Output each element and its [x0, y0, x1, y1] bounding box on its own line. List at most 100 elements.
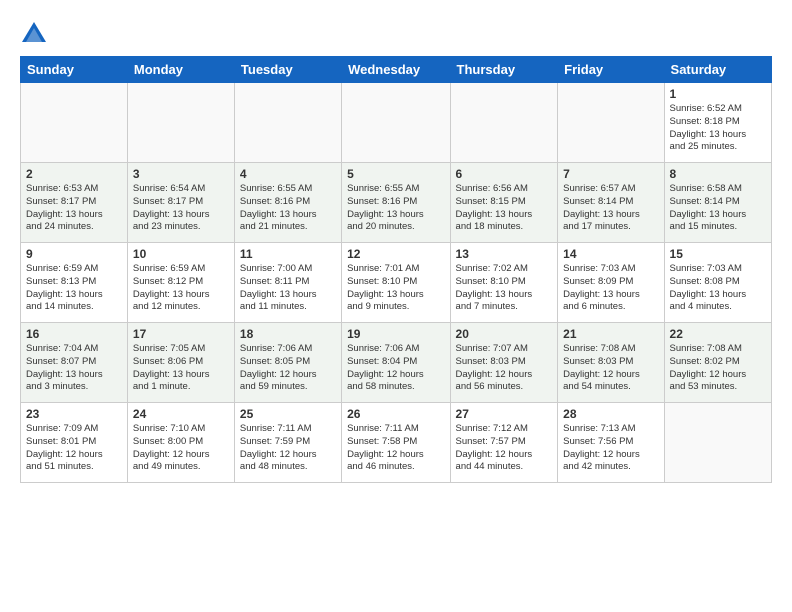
day-number: 15: [670, 247, 766, 261]
day-info: Sunrise: 6:58 AM Sunset: 8:14 PM Dayligh…: [670, 183, 766, 234]
week-row-4: 16 Sunrise: 7:04 AM Sunset: 8:07 PM Dayli…: [21, 323, 772, 403]
day-number: 16: [26, 327, 122, 341]
weekday-header-thursday: Thursday: [450, 57, 558, 83]
weekday-header-friday: Friday: [558, 57, 664, 83]
day-info: Sunrise: 7:05 AM Sunset: 8:06 PM Dayligh…: [133, 343, 229, 394]
week-row-1: 1Sunrise: 6:52 AM Sunset: 8:18 PM Daylig…: [21, 83, 772, 163]
calendar-cell: 24 Sunrise: 7:10 AM Sunset: 8:00 PM Dayli…: [127, 403, 234, 483]
calendar-cell: 9 Sunrise: 6:59 AM Sunset: 8:13 PM Daylig…: [21, 243, 128, 323]
calendar-cell: 8Sunrise: 6:58 AM Sunset: 8:14 PM Daylig…: [664, 163, 771, 243]
day-number: 25: [240, 407, 336, 421]
calendar-cell: 23 Sunrise: 7:09 AM Sunset: 8:01 PM Dayli…: [21, 403, 128, 483]
weekday-header-row: SundayMondayTuesdayWednesdayThursdayFrid…: [21, 57, 772, 83]
day-info: Sunrise: 7:08 AM Sunset: 8:02 PM Dayligh…: [670, 343, 766, 394]
day-info: Sunrise: 6:59 AM Sunset: 8:13 PM Dayligh…: [26, 263, 122, 314]
calendar-cell: 7 Sunrise: 6:57 AM Sunset: 8:14 PM Daylig…: [558, 163, 664, 243]
page: SundayMondayTuesdayWednesdayThursdayFrid…: [0, 0, 792, 612]
day-number: 28: [563, 407, 658, 421]
header: [20, 16, 772, 48]
weekday-header-sunday: Sunday: [21, 57, 128, 83]
day-number: 9: [26, 247, 122, 261]
calendar-cell: 16 Sunrise: 7:04 AM Sunset: 8:07 PM Dayli…: [21, 323, 128, 403]
day-info: Sunrise: 6:54 AM Sunset: 8:17 PM Dayligh…: [133, 183, 229, 234]
day-info: Sunrise: 7:10 AM Sunset: 8:00 PM Dayligh…: [133, 423, 229, 474]
day-number: 1: [670, 87, 766, 101]
calendar-cell: 18Sunrise: 7:06 AM Sunset: 8:05 PM Dayli…: [234, 323, 341, 403]
weekday-header-monday: Monday: [127, 57, 234, 83]
calendar-cell: 11 Sunrise: 7:00 AM Sunset: 8:11 PM Dayli…: [234, 243, 341, 323]
logo-icon: [20, 20, 48, 48]
day-number: 18: [240, 327, 336, 341]
day-info: Sunrise: 6:59 AM Sunset: 8:12 PM Dayligh…: [133, 263, 229, 314]
day-number: 3: [133, 167, 229, 181]
day-number: 12: [347, 247, 444, 261]
day-info: Sunrise: 7:12 AM Sunset: 7:57 PM Dayligh…: [456, 423, 553, 474]
day-info: Sunrise: 6:56 AM Sunset: 8:15 PM Dayligh…: [456, 183, 553, 234]
day-info: Sunrise: 6:53 AM Sunset: 8:17 PM Dayligh…: [26, 183, 122, 234]
weekday-header-saturday: Saturday: [664, 57, 771, 83]
day-info: Sunrise: 7:11 AM Sunset: 7:59 PM Dayligh…: [240, 423, 336, 474]
week-row-3: 9 Sunrise: 6:59 AM Sunset: 8:13 PM Daylig…: [21, 243, 772, 323]
calendar-cell: 4 Sunrise: 6:55 AM Sunset: 8:16 PM Daylig…: [234, 163, 341, 243]
calendar-cell: [127, 83, 234, 163]
day-number: 19: [347, 327, 444, 341]
week-row-5: 23 Sunrise: 7:09 AM Sunset: 8:01 PM Dayli…: [21, 403, 772, 483]
calendar: SundayMondayTuesdayWednesdayThursdayFrid…: [20, 56, 772, 483]
day-info: Sunrise: 7:04 AM Sunset: 8:07 PM Dayligh…: [26, 343, 122, 394]
day-number: 27: [456, 407, 553, 421]
calendar-cell: [21, 83, 128, 163]
calendar-cell: 3 Sunrise: 6:54 AM Sunset: 8:17 PM Daylig…: [127, 163, 234, 243]
calendar-cell: 6 Sunrise: 6:56 AM Sunset: 8:15 PM Daylig…: [450, 163, 558, 243]
day-number: 11: [240, 247, 336, 261]
day-number: 21: [563, 327, 658, 341]
day-number: 2: [26, 167, 122, 181]
day-number: 4: [240, 167, 336, 181]
day-number: 26: [347, 407, 444, 421]
calendar-cell: 2 Sunrise: 6:53 AM Sunset: 8:17 PM Daylig…: [21, 163, 128, 243]
calendar-cell: 12 Sunrise: 7:01 AM Sunset: 8:10 PM Dayli…: [342, 243, 450, 323]
weekday-header-tuesday: Tuesday: [234, 57, 341, 83]
day-info: Sunrise: 6:55 AM Sunset: 8:16 PM Dayligh…: [347, 183, 444, 234]
day-info: Sunrise: 7:03 AM Sunset: 8:08 PM Dayligh…: [670, 263, 766, 314]
day-number: 7: [563, 167, 658, 181]
day-info: Sunrise: 7:02 AM Sunset: 8:10 PM Dayligh…: [456, 263, 553, 314]
day-info: Sunrise: 7:09 AM Sunset: 8:01 PM Dayligh…: [26, 423, 122, 474]
calendar-cell: 17 Sunrise: 7:05 AM Sunset: 8:06 PM Dayli…: [127, 323, 234, 403]
day-info: Sunrise: 7:08 AM Sunset: 8:03 PM Dayligh…: [563, 343, 658, 394]
day-info: Sunrise: 7:11 AM Sunset: 7:58 PM Dayligh…: [347, 423, 444, 474]
calendar-cell: 26 Sunrise: 7:11 AM Sunset: 7:58 PM Dayli…: [342, 403, 450, 483]
day-number: 5: [347, 167, 444, 181]
day-info: Sunrise: 7:03 AM Sunset: 8:09 PM Dayligh…: [563, 263, 658, 314]
day-number: 14: [563, 247, 658, 261]
day-number: 17: [133, 327, 229, 341]
week-row-2: 2 Sunrise: 6:53 AM Sunset: 8:17 PM Daylig…: [21, 163, 772, 243]
weekday-header-wednesday: Wednesday: [342, 57, 450, 83]
calendar-cell: 15 Sunrise: 7:03 AM Sunset: 8:08 PM Dayli…: [664, 243, 771, 323]
day-info: Sunrise: 6:55 AM Sunset: 8:16 PM Dayligh…: [240, 183, 336, 234]
day-number: 6: [456, 167, 553, 181]
calendar-cell: 27 Sunrise: 7:12 AM Sunset: 7:57 PM Dayli…: [450, 403, 558, 483]
calendar-cell: [234, 83, 341, 163]
calendar-cell: 14 Sunrise: 7:03 AM Sunset: 8:09 PM Dayli…: [558, 243, 664, 323]
day-number: 20: [456, 327, 553, 341]
calendar-cell: 1Sunrise: 6:52 AM Sunset: 8:18 PM Daylig…: [664, 83, 771, 163]
day-info: Sunrise: 6:57 AM Sunset: 8:14 PM Dayligh…: [563, 183, 658, 234]
calendar-cell: 20 Sunrise: 7:07 AM Sunset: 8:03 PM Dayli…: [450, 323, 558, 403]
calendar-cell: 19 Sunrise: 7:06 AM Sunset: 8:04 PM Dayli…: [342, 323, 450, 403]
calendar-cell: [664, 403, 771, 483]
day-info: Sunrise: 7:00 AM Sunset: 8:11 PM Dayligh…: [240, 263, 336, 314]
logo: [20, 20, 52, 48]
day-number: 10: [133, 247, 229, 261]
calendar-cell: 28Sunrise: 7:13 AM Sunset: 7:56 PM Dayli…: [558, 403, 664, 483]
day-info: Sunrise: 7:01 AM Sunset: 8:10 PM Dayligh…: [347, 263, 444, 314]
calendar-cell: 21 Sunrise: 7:08 AM Sunset: 8:03 PM Dayli…: [558, 323, 664, 403]
calendar-cell: 25 Sunrise: 7:11 AM Sunset: 7:59 PM Dayli…: [234, 403, 341, 483]
calendar-cell: [450, 83, 558, 163]
day-info: Sunrise: 7:07 AM Sunset: 8:03 PM Dayligh…: [456, 343, 553, 394]
day-number: 24: [133, 407, 229, 421]
calendar-cell: 10 Sunrise: 6:59 AM Sunset: 8:12 PM Dayli…: [127, 243, 234, 323]
day-number: 13: [456, 247, 553, 261]
calendar-cell: 5 Sunrise: 6:55 AM Sunset: 8:16 PM Daylig…: [342, 163, 450, 243]
day-info: Sunrise: 7:06 AM Sunset: 8:04 PM Dayligh…: [347, 343, 444, 394]
day-number: 23: [26, 407, 122, 421]
